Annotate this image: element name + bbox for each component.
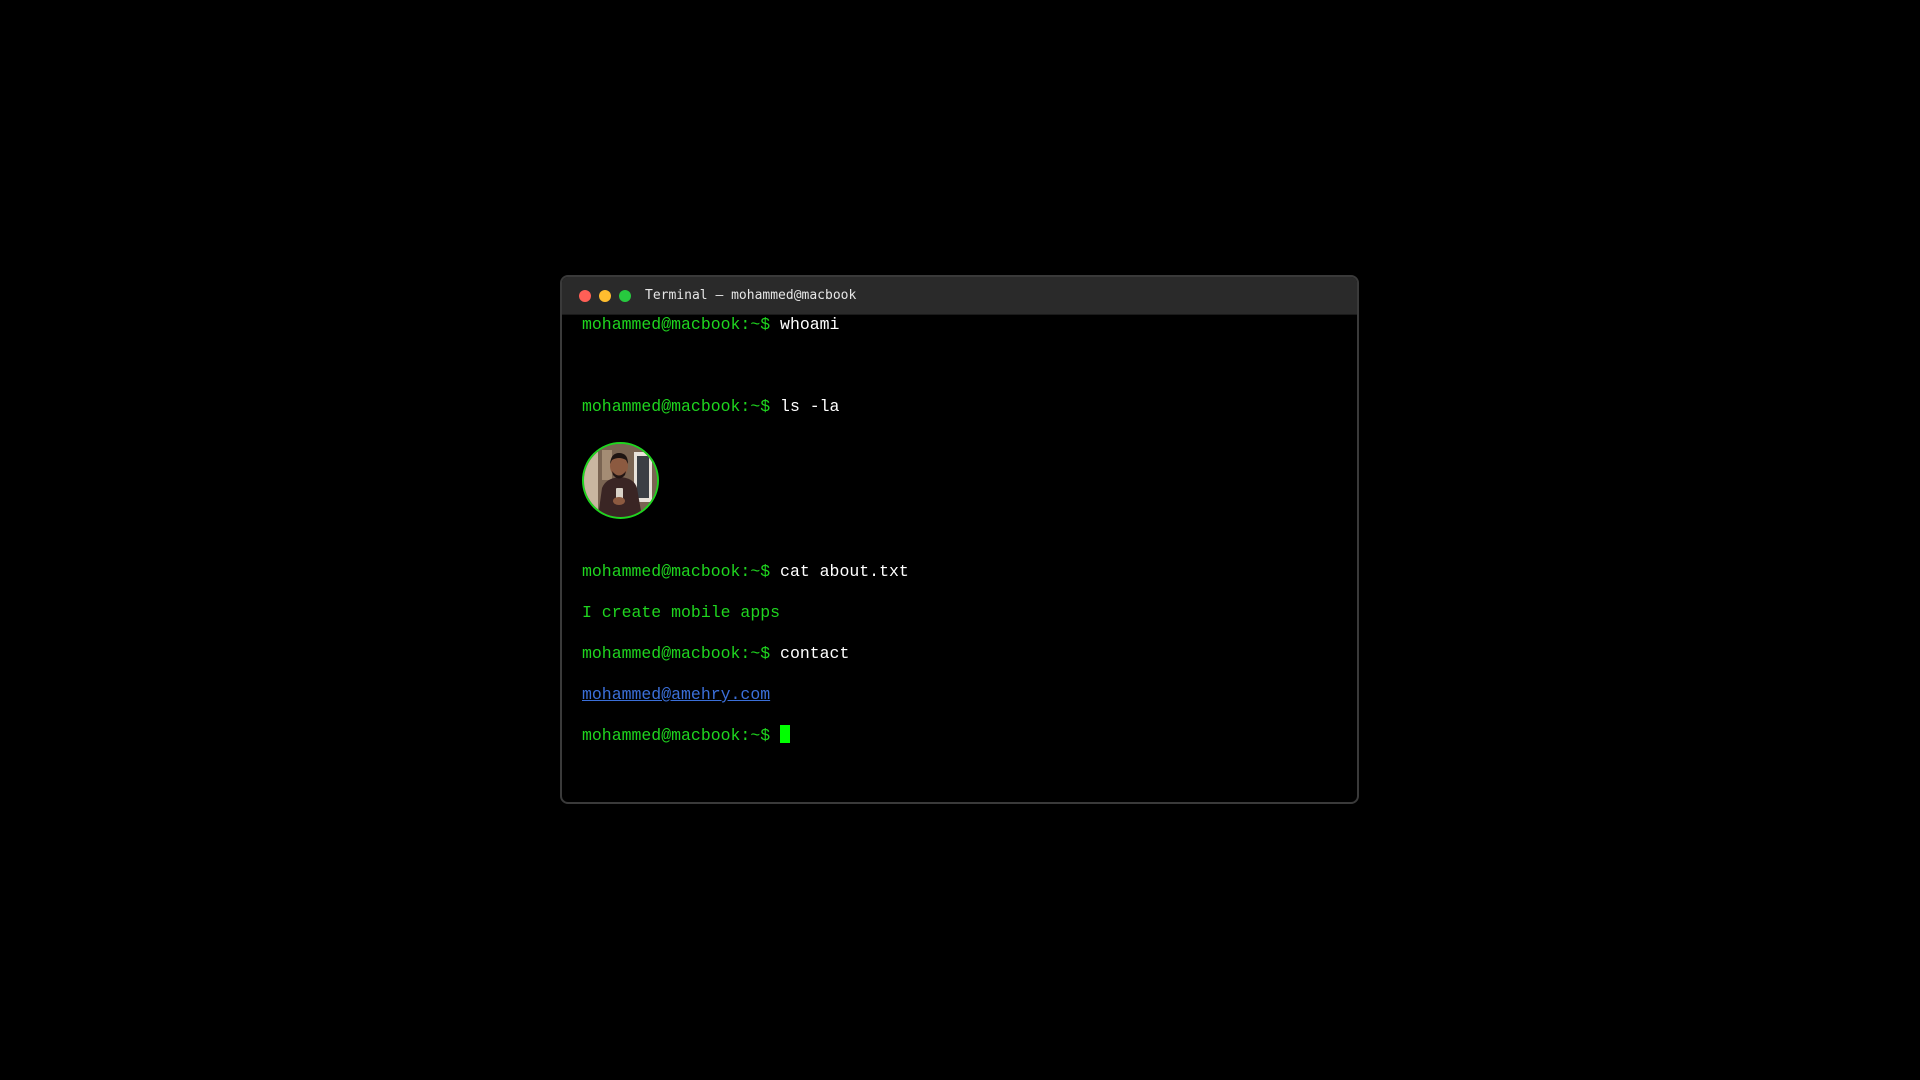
title-bar[interactable]: Terminal — mohammed@macbook [562,277,1357,315]
profile-photo-icon [584,444,657,517]
command-text: whoami [780,315,840,334]
prompt: mohammed@macbook:~$ [582,397,771,416]
prompt: mohammed@macbook:~$ [582,315,771,334]
command-text: ls -la [780,397,840,416]
email-link[interactable]: mohammed@amehry.com [582,685,770,704]
prompt: mohammed@macbook:~$ [582,726,771,745]
cursor [780,725,791,743]
command-line-ls: mohammed@macbook:~$ ls -la [582,396,839,418]
avatar [582,442,659,519]
command-line-contact: mohammed@macbook:~$ contact [582,643,849,665]
command-text: cat about.txt [780,562,909,581]
command-text: contact [780,644,850,663]
contact-output: mohammed@amehry.com [582,684,770,706]
terminal-body[interactable]: mohammed@macbook:~$ whoami mohammed@macb… [582,314,1337,802]
minimize-button[interactable] [599,290,611,302]
terminal-window: Terminal — mohammed@macbook mohammed@mac… [560,275,1359,804]
close-button[interactable] [579,290,591,302]
prompt: mohammed@macbook:~$ [582,644,771,663]
prompt: mohammed@macbook:~$ [582,562,771,581]
about-output: I create mobile apps [582,603,781,622]
command-line-cat: mohammed@macbook:~$ cat about.txt [582,561,909,583]
current-input-line[interactable]: mohammed@macbook:~$ [582,725,791,747]
command-line-whoami: mohammed@macbook:~$ whoami [582,314,839,336]
window-title: Terminal — mohammed@macbook [645,288,857,303]
maximize-button[interactable] [619,290,631,302]
